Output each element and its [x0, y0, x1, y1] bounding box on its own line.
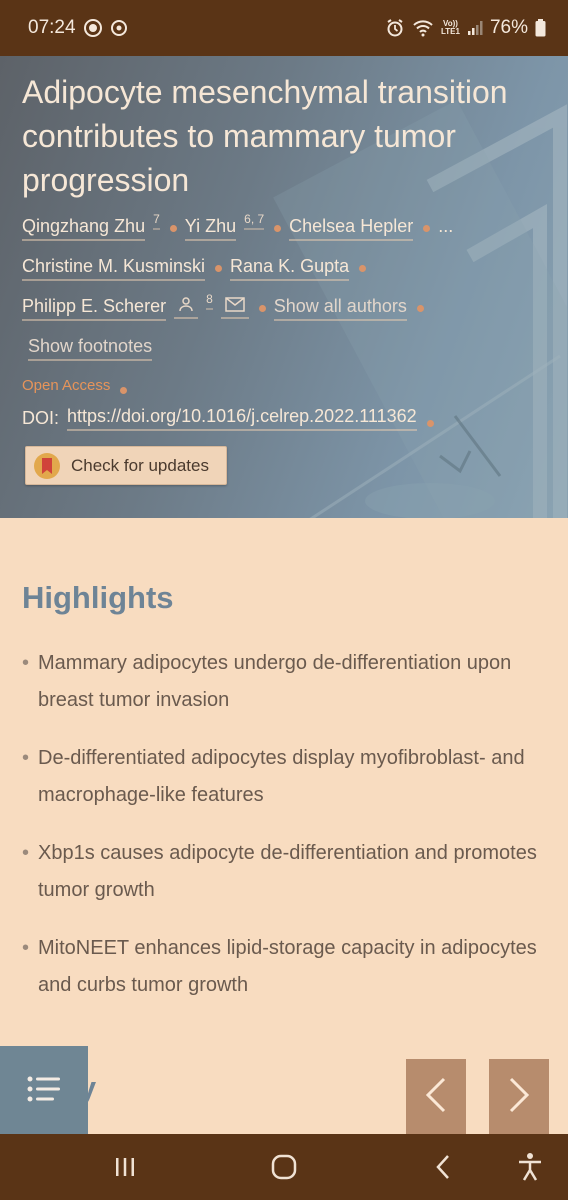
email-icon[interactable] [220, 296, 249, 319]
highlights-heading: Highlights [22, 580, 174, 615]
cast-icon [110, 19, 128, 37]
bullet: • [22, 652, 30, 674]
author-affiliation-link[interactable]: 6, 7 [244, 212, 265, 230]
home-icon[interactable] [254, 1134, 314, 1200]
alarm-icon [385, 18, 405, 38]
separator-dot [274, 225, 282, 232]
wifi-icon [412, 19, 434, 37]
separator-dot [423, 225, 431, 232]
author-link[interactable]: Christine M. Kusminski [22, 256, 206, 281]
article-header: Adipocyte mesenchymal transition contrib… [0, 56, 568, 518]
previous-article-button[interactable] [406, 1059, 466, 1135]
author-link[interactable]: Philipp E. Scherer [22, 296, 167, 321]
chevron-left-icon [424, 1077, 448, 1118]
bullet: • [22, 937, 30, 959]
list-item: • MitoNEET enhances lipid-storage capacit… [22, 930, 552, 1004]
signal-icon [467, 20, 483, 36]
bullet: • [22, 747, 30, 769]
battery-icon [535, 19, 546, 37]
show-footnotes-link[interactable]: Show footnotes [28, 336, 153, 361]
doi-row: DOI: https://doi.org/10.1016/j.celrep.20… [22, 406, 442, 431]
chevron-right-icon [507, 1077, 531, 1118]
highlights-list: • Mammary adipocytes undergo de-different… [22, 645, 552, 1025]
article-title: Adipocyte mesenchymal transition contrib… [22, 74, 508, 198]
highlight-text: Xbp1s causes adipocyte de-differentiatio… [38, 842, 537, 901]
status-bar: 07:24 Vo)) LTE1 76% [0, 0, 568, 56]
author-link[interactable]: Rana K. Gupta [230, 256, 350, 281]
bullet: • [22, 842, 30, 864]
list-item: • Mammary adipocytes undergo de-different… [22, 645, 552, 719]
crossmark-icon [34, 452, 60, 479]
author-affiliation-link[interactable]: 7 [153, 212, 160, 230]
system-navigation-bar [0, 1134, 568, 1200]
person-icon[interactable] [174, 296, 199, 319]
author-affiliation-link[interactable]: 8 [206, 292, 213, 310]
separator-dot [359, 265, 367, 272]
author-link[interactable]: Qingzhang Zhu [22, 216, 146, 241]
author-list: Qingzhang Zhu 7 Yi Zhu 6, 7 Chelsea Hepl… [22, 212, 552, 376]
show-all-authors-link[interactable]: Show all authors [273, 296, 407, 321]
open-access-row: Open Access [22, 377, 135, 394]
separator-dot [416, 305, 424, 312]
separator-dot [120, 386, 128, 394]
list-item: • De-differentiated adipocytes display my… [22, 740, 552, 814]
authors-ellipsis: ... [438, 216, 454, 236]
open-access-label: Open Access [22, 377, 111, 394]
check-for-updates-button[interactable]: Check for updates [25, 446, 227, 485]
highlight-text: De-differentiated adipocytes display myo… [38, 747, 525, 806]
author-link[interactable]: Yi Zhu [184, 216, 237, 241]
next-article-button[interactable] [489, 1059, 549, 1135]
highlight-text: Mammary adipocytes undergo de-differenti… [38, 652, 512, 711]
network-type: Vo)) LTE1 [441, 19, 460, 36]
list-item: • Xbp1s causes adipocyte de-differentiati… [22, 835, 552, 909]
back-icon[interactable] [413, 1134, 473, 1200]
doi-label: DOI: [22, 408, 60, 428]
media-icon [83, 18, 103, 38]
doi-link[interactable]: https://doi.org/10.1016/j.celrep.2022.11… [67, 406, 417, 431]
separator-dot [169, 225, 177, 232]
recent-apps-icon[interactable] [95, 1134, 155, 1200]
status-time: 07:24 [28, 17, 76, 38]
highlight-text: MitoNEET enhances lipid-storage capacity… [38, 937, 537, 996]
author-link[interactable]: Chelsea Hepler [289, 216, 414, 241]
check-for-updates-label: Check for updates [71, 455, 209, 475]
accessibility-icon[interactable] [500, 1134, 560, 1200]
separator-dot [215, 265, 223, 272]
battery-percentage: 76% [489, 17, 528, 38]
separator-dot [258, 305, 266, 312]
separator-dot [426, 419, 434, 427]
